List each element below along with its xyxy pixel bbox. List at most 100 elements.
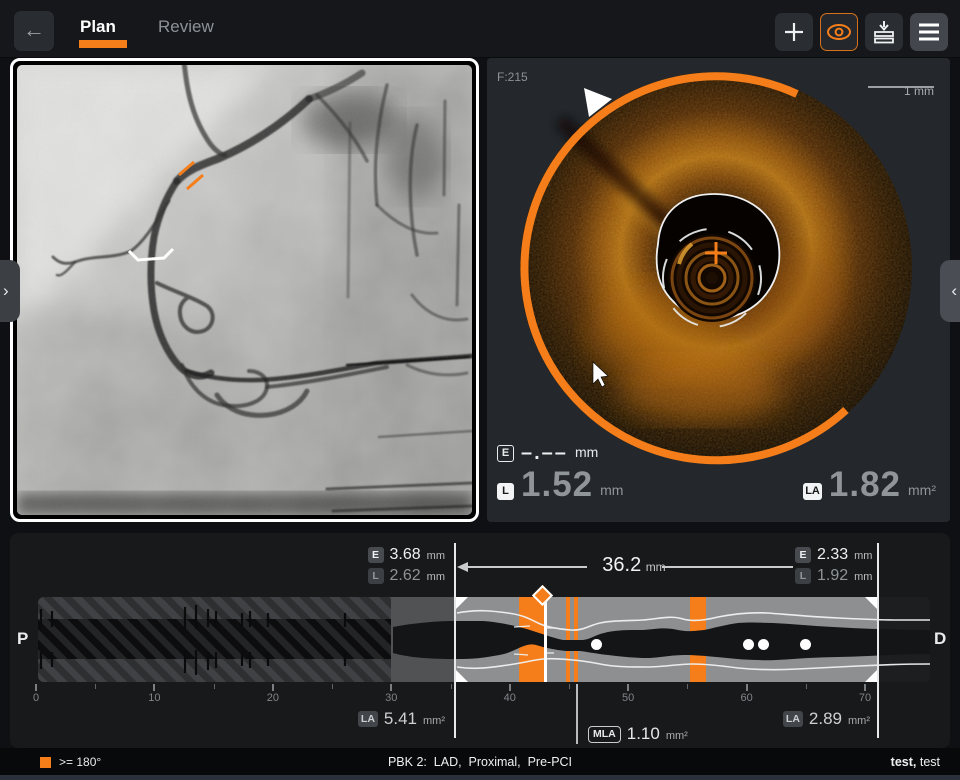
ruler-tick-minor xyxy=(95,684,96,689)
distal-area-badge: LA xyxy=(783,711,803,727)
proximal-lumen-value: 2.62 xyxy=(390,567,421,585)
tab-plan[interactable]: Plan xyxy=(80,15,116,39)
proximal-area-measurement: LA 5.41 mm² xyxy=(358,709,445,729)
ruler-tick-label: 50 xyxy=(613,692,643,704)
distal-lumen-value: 1.92 xyxy=(817,567,848,585)
proximal-area-unit: mm² xyxy=(423,711,445,727)
distal-area-measurement: LA 2.89 mm² xyxy=(783,709,870,729)
ruler-tick-label: 30 xyxy=(376,692,406,704)
ruler-tick-label: 10 xyxy=(139,692,169,704)
distal-eel-badge: E xyxy=(795,547,811,563)
ruler-tick-minor xyxy=(451,684,452,689)
app-window: ← Plan Review xyxy=(0,0,960,780)
distal-label: D xyxy=(934,629,946,649)
proximal-area-value: 5.41 xyxy=(384,709,417,729)
proximal-eel-value: 3.68 xyxy=(390,546,421,564)
marker-dot xyxy=(591,639,602,650)
ruler-tick-major xyxy=(272,684,274,691)
ruler-tick-minor xyxy=(806,684,807,689)
ruler-tick-minor xyxy=(569,684,570,689)
ruler-tick-major xyxy=(390,684,392,691)
proximal-area-badge: LA xyxy=(358,711,378,727)
distal-reference-line[interactable] xyxy=(877,543,879,738)
distal-eel-value: 2.33 xyxy=(817,546,848,564)
lumen-area-measurement: LA 1.82 mm² xyxy=(803,470,936,500)
left-drawer-handle[interactable]: › xyxy=(0,260,20,322)
lumen-area-unit: mm² xyxy=(908,482,936,500)
span-line xyxy=(460,566,587,568)
proximal-eel-unit: mm xyxy=(427,547,445,562)
span-distance-value: 36.2 xyxy=(602,554,641,576)
back-button[interactable]: ← xyxy=(14,11,54,51)
lumen-diameter-unit: mm xyxy=(600,482,623,500)
add-measurement-button[interactable] xyxy=(775,13,813,51)
visibility-button[interactable] xyxy=(820,13,858,51)
ruler-tick-major xyxy=(746,684,748,691)
eel-measurement: E –.–– mm xyxy=(497,444,598,462)
top-bar: ← Plan Review xyxy=(0,0,960,58)
ruler-tick-label: 60 xyxy=(732,692,762,704)
mla-value: 1.10 xyxy=(627,724,660,744)
angiogram-image xyxy=(17,65,472,515)
proximal-reference-measurements: E 3.68 mm L 2.62 mm xyxy=(315,544,445,586)
proximal-reference-line[interactable] xyxy=(454,543,456,738)
longitudinal-strip[interactable] xyxy=(38,597,930,682)
ruler-tick-minor xyxy=(687,684,688,689)
hamburger-menu-icon xyxy=(918,23,940,41)
distal-reference-measurements: E 2.33 mm L 1.92 mm xyxy=(795,544,925,586)
mla-badge: MLA xyxy=(588,726,621,743)
ruler-tick-label: 40 xyxy=(495,692,525,704)
back-arrow-icon: ← xyxy=(23,17,45,42)
proximal-lumen-unit: mm xyxy=(427,568,445,583)
menu-button[interactable] xyxy=(910,13,948,51)
mla-unit: mm² xyxy=(666,726,688,742)
distal-lumen-badge: L xyxy=(795,568,811,584)
proximal-lumen-badge: L xyxy=(368,568,384,584)
oct-cross-section-panel[interactable]: F:215 1 mm E –.–– mm L 1.52 mm LA 1.82 m… xyxy=(487,58,950,522)
mla-line[interactable] xyxy=(576,684,578,744)
distal-eel-unit: mm xyxy=(854,547,872,562)
ruler-tick-label: 0 xyxy=(21,692,51,704)
distal-area-value: 2.89 xyxy=(809,709,842,729)
eel-unit: mm xyxy=(575,444,598,462)
status-bar: >= 180° PBK 2: LAD, Proximal, Pre-PCI te… xyxy=(0,748,960,775)
lumen-profile xyxy=(38,597,930,682)
chevron-left-icon: ‹ xyxy=(951,281,957,301)
lumen-diameter-measurement: L 1.52 mm xyxy=(497,470,623,500)
export-download-icon xyxy=(873,20,895,44)
lumen-area-value: 1.82 xyxy=(829,470,901,500)
ruler-tick-label: 20 xyxy=(258,692,288,704)
imaging-catheter xyxy=(668,234,756,322)
export-button[interactable] xyxy=(865,13,903,51)
lumen-badge: L xyxy=(497,483,514,500)
distal-lumen-unit: mm xyxy=(854,568,872,583)
ruler-tick-label: 70 xyxy=(850,692,880,704)
proximal-eel-badge: E xyxy=(368,547,384,563)
tab-active-underline xyxy=(79,40,127,48)
eel-badge: E xyxy=(497,445,514,462)
scale-bar-label: 1 mm xyxy=(868,84,934,98)
ruler-tick-major xyxy=(153,684,155,691)
frame-number-label: F:215 xyxy=(497,70,528,84)
eye-icon xyxy=(826,22,852,42)
angiogram-panel[interactable] xyxy=(10,58,479,522)
lumen-area-badge: LA xyxy=(803,483,822,500)
current-frame-line[interactable] xyxy=(544,597,547,682)
bottom-accent-strip xyxy=(0,775,960,780)
longitudinal-view-panel: E 3.68 mm L 2.62 mm 36.2 mm E 2.33 mm xyxy=(10,533,950,748)
ruler-tick-major xyxy=(35,684,37,691)
distal-area-unit: mm² xyxy=(848,711,870,727)
ruler-tick-major xyxy=(509,684,511,691)
ruler-tick-minor xyxy=(332,684,333,689)
ruler-tick-minor xyxy=(214,684,215,689)
patient-name-label: test, test xyxy=(891,755,940,769)
mla-measurement: MLA 1.10 mm² xyxy=(588,724,688,744)
chevron-right-icon: › xyxy=(3,281,9,301)
pullback-info-label: PBK 2: LAD, Proximal, Pre-PCI xyxy=(0,755,960,769)
marker-dot xyxy=(758,639,769,650)
ruler-tick-major xyxy=(864,684,866,691)
proximal-label: P xyxy=(17,629,28,649)
lumen-diameter-value: 1.52 xyxy=(521,470,593,500)
tab-review[interactable]: Review xyxy=(158,15,214,39)
right-drawer-handle[interactable]: ‹ xyxy=(940,260,960,322)
